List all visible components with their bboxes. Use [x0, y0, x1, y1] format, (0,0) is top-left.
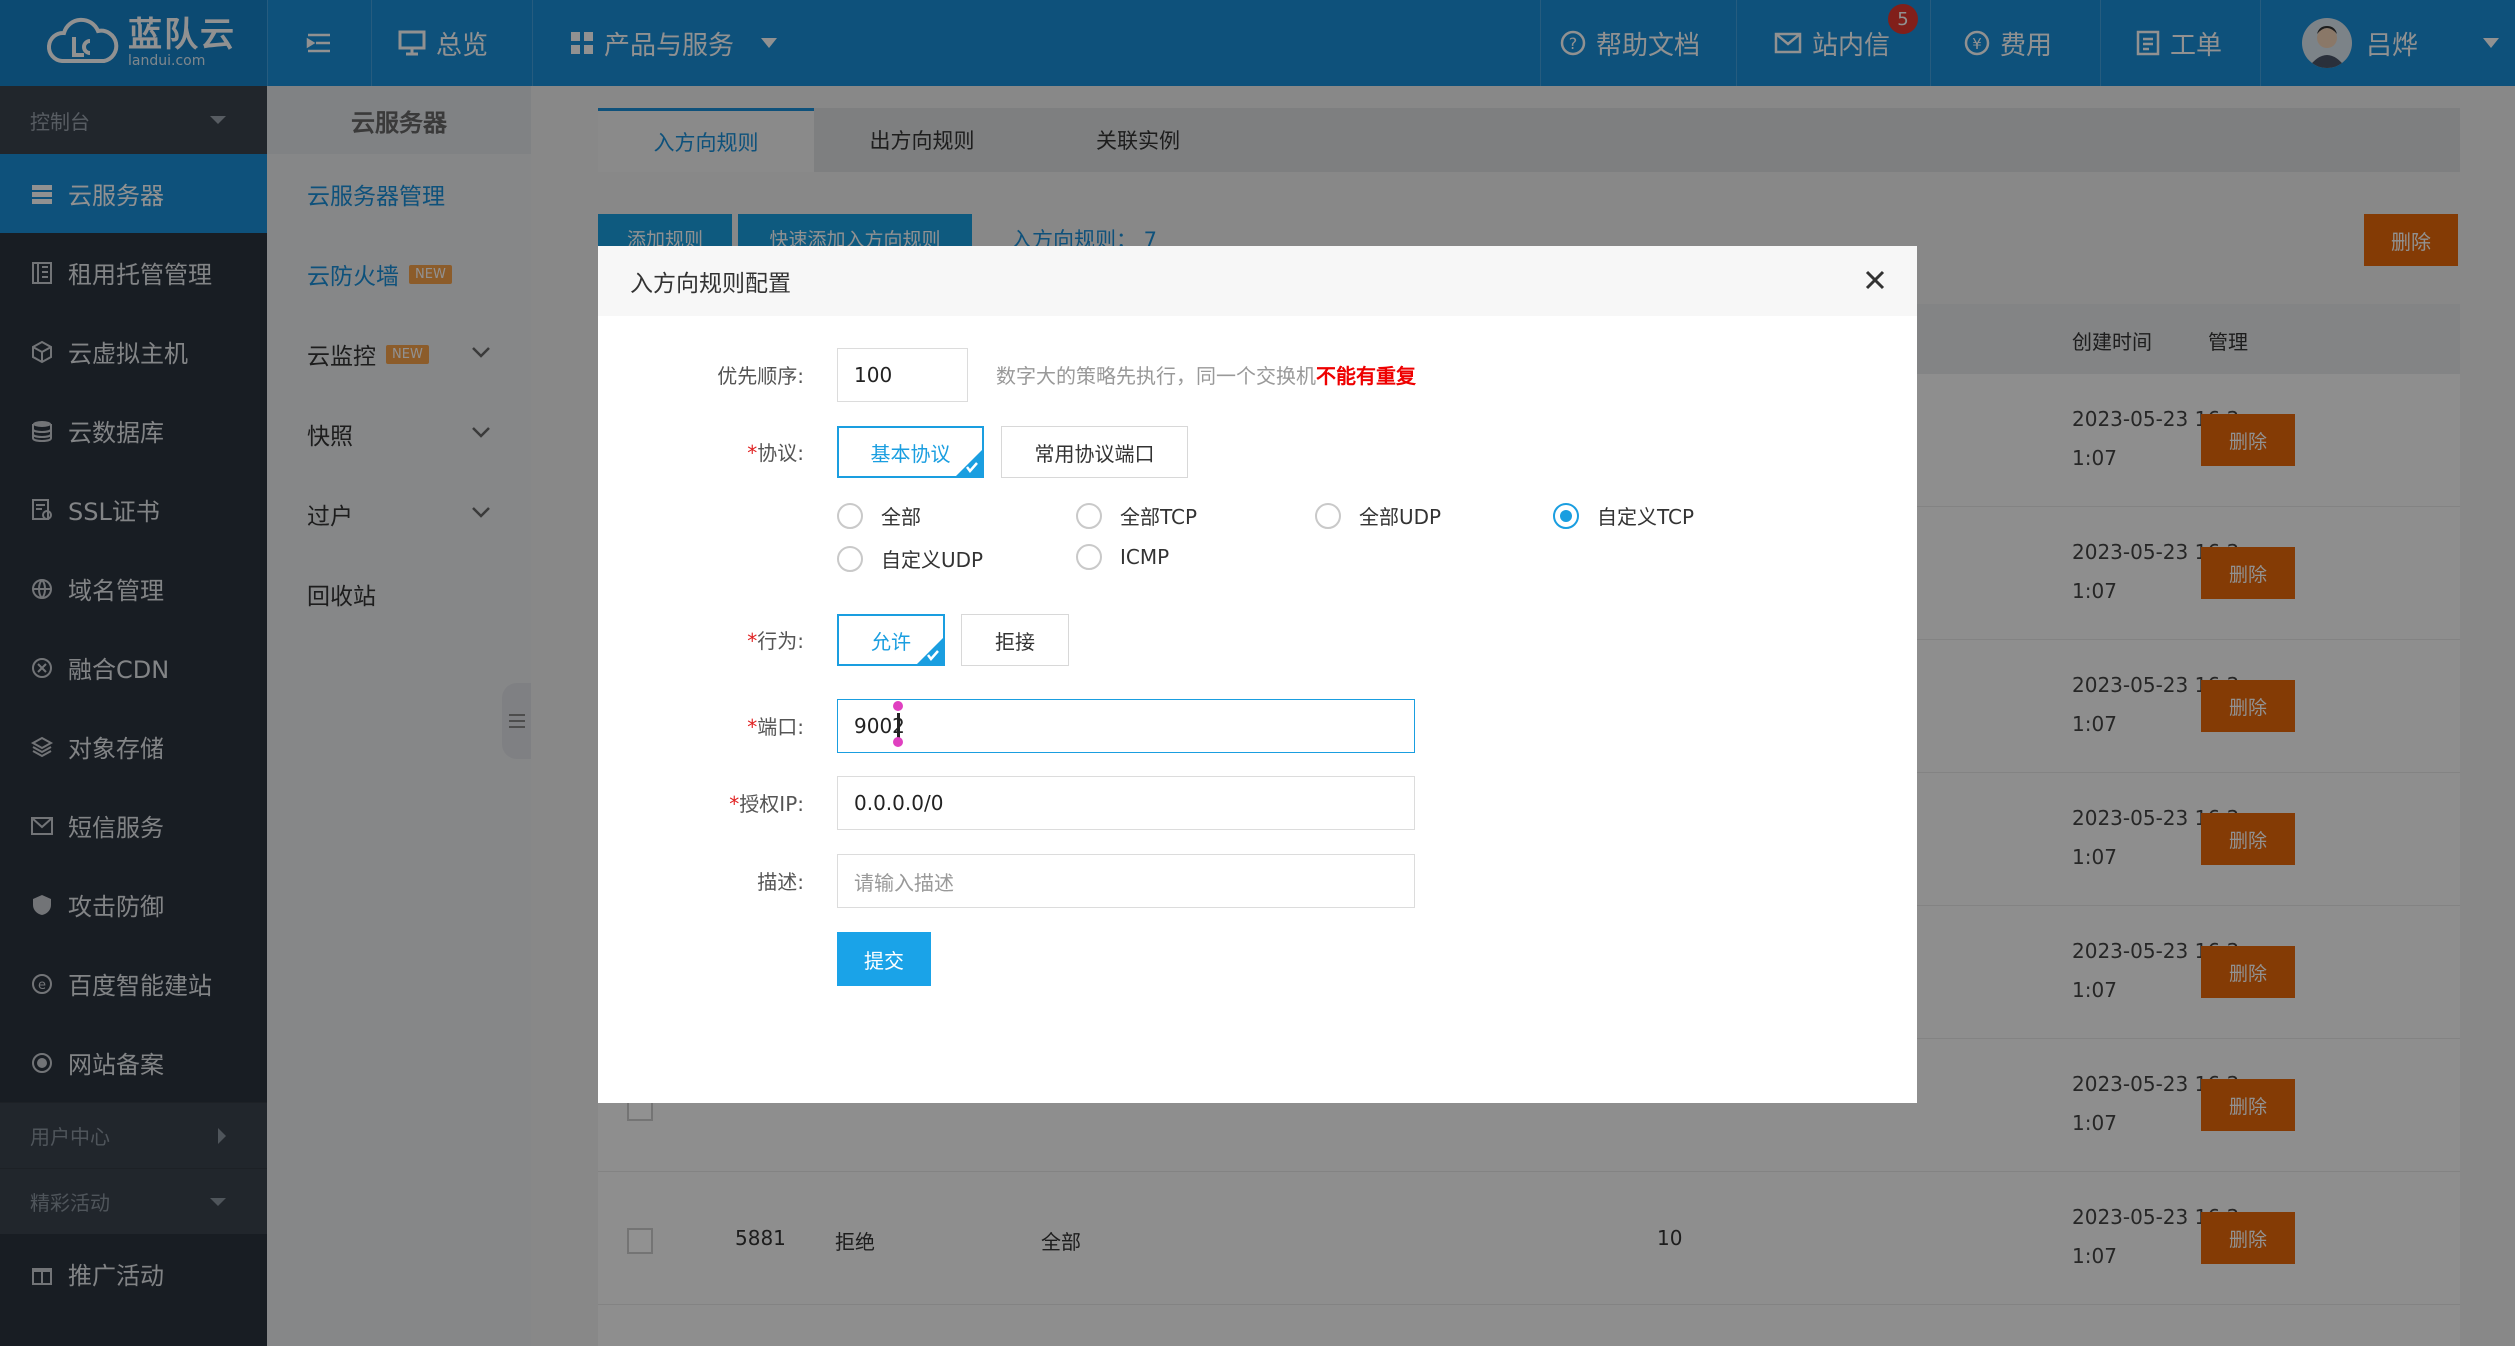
priority-hint-warning: 不能有重复: [1316, 364, 1416, 388]
radio-all-tcp[interactable]: 全部TCP: [1076, 501, 1197, 530]
priority-input[interactable]: 100: [837, 348, 968, 402]
dialog-header: 入方向规则配置: [598, 246, 1917, 316]
selection-handle: [893, 701, 903, 711]
priority-label: 优先顺序:: [717, 364, 804, 388]
action-label: *行为:: [747, 629, 804, 653]
dialog-title: 入方向规则配置: [630, 271, 791, 297]
ip-label: *授权IP:: [729, 792, 804, 816]
radio-custom-udp[interactable]: 自定义UDP: [837, 544, 983, 573]
port-input[interactable]: 9002: [837, 699, 1415, 753]
check-icon: [966, 462, 978, 473]
check-icon: [927, 650, 939, 661]
tab-common-ports[interactable]: 常用协议端口: [1001, 426, 1188, 478]
inbound-rule-dialog: 入方向规则配置 优先顺序: 100 数字大的策略先执行，同一个交换机不能有重复 …: [598, 246, 1917, 1103]
text-cursor: [897, 713, 900, 739]
selection-handle: [893, 737, 903, 747]
port-label: *端口:: [747, 715, 804, 739]
radio-icmp[interactable]: ICMP: [1076, 544, 1169, 570]
authorized-ip-input[interactable]: 0.0.0.0/0: [837, 776, 1415, 830]
close-icon[interactable]: [1863, 268, 1887, 292]
tab-basic-protocol[interactable]: 基本协议: [837, 426, 984, 478]
priority-hint: 数字大的策略先执行，同一个交换机不能有重复: [996, 364, 1416, 388]
action-deny-button[interactable]: 拒接: [961, 614, 1069, 666]
radio-all[interactable]: 全部: [837, 501, 921, 530]
description-input[interactable]: 请输入描述: [837, 854, 1415, 908]
protocol-label: *协议:: [747, 441, 804, 465]
radio-custom-tcp[interactable]: 自定义TCP: [1553, 501, 1694, 530]
radio-all-udp[interactable]: 全部UDP: [1315, 501, 1441, 530]
submit-button[interactable]: 提交: [837, 932, 931, 986]
description-label: 描述:: [757, 870, 804, 894]
action-allow-button[interactable]: 允许: [837, 614, 945, 666]
